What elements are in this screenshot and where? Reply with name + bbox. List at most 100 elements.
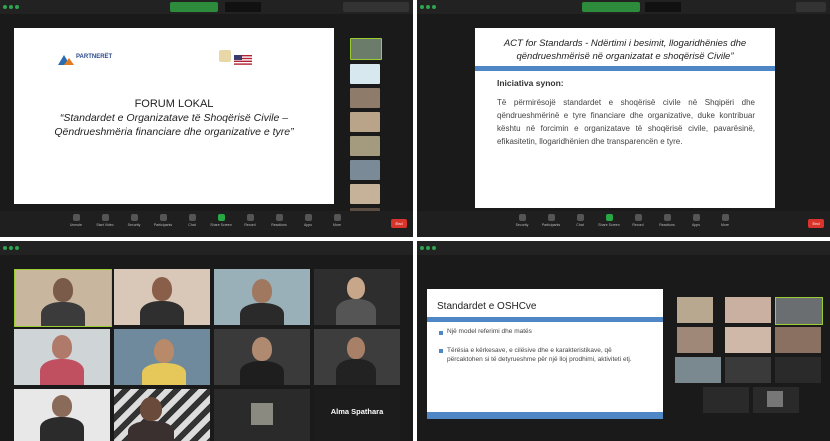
more-button[interactable]: More [714, 214, 736, 227]
meeting-window-bottom-left: Alma Spathara [0, 241, 413, 441]
meeting-controls: Security Participants Chat Share Screen … [417, 211, 830, 237]
window-topbar [0, 241, 413, 255]
video-tile[interactable] [114, 389, 210, 441]
start-video-button[interactable]: Start Video [94, 214, 116, 227]
participant-body [41, 302, 85, 326]
security-button[interactable]: Security [123, 214, 145, 227]
participant-body [240, 303, 284, 325]
slide-title-line1: ACT for Standards - Ndërtimi i besimit, … [503, 38, 747, 49]
button-label: Apps [304, 223, 312, 227]
participant-head [347, 277, 365, 299]
participant-thumbnail[interactable] [350, 136, 380, 156]
exit-fullscreen-button[interactable] [371, 2, 409, 12]
slide-title-line2: qëndrueshmërisë në organizatat e shoqëri… [516, 51, 734, 62]
window-topbar [417, 0, 830, 14]
video-tile[interactable] [775, 297, 823, 325]
slide-subheading: Iniciativa synon: [497, 78, 564, 88]
video-tile[interactable] [14, 389, 110, 441]
button-label: More [721, 223, 729, 227]
button-label: Reactions [271, 223, 287, 227]
reactions-button[interactable]: Reactions [268, 214, 290, 227]
video-tile[interactable] [725, 327, 771, 353]
video-tile[interactable] [775, 327, 821, 353]
record-button[interactable]: Record [627, 214, 649, 227]
participant-name: Alma Spathara [330, 407, 384, 416]
view-options-button[interactable] [225, 2, 261, 12]
shared-slide: ACT for Standards - Ndërtimi i besimit, … [475, 28, 775, 208]
button-label: Record [244, 223, 256, 227]
slide-bullet-1: Një model referimi dhe matës [447, 328, 532, 335]
participant-thumbnail[interactable] [350, 88, 380, 108]
meeting-window-top-right: ACT for Standards - Ndërtimi i besimit, … [417, 0, 830, 237]
video-tile[interactable]: Alma Spathara [314, 389, 400, 441]
video-tile[interactable] [775, 357, 821, 383]
video-tile[interactable] [677, 297, 713, 323]
more-button[interactable]: More [326, 214, 348, 227]
video-tile[interactable] [14, 329, 110, 385]
slide-footer-bar [427, 412, 663, 419]
participants-button[interactable]: Participants [152, 214, 174, 227]
window-controls[interactable] [420, 246, 436, 250]
chat-button[interactable]: Chat [569, 214, 591, 227]
video-tile[interactable] [314, 269, 400, 325]
share-screen-button[interactable]: Share Screen [598, 214, 620, 227]
speaker-view-button[interactable] [343, 2, 373, 12]
security-button[interactable]: Security [511, 214, 533, 227]
chat-button[interactable]: Chat [181, 214, 203, 227]
speaker-view-button[interactable] [796, 2, 826, 12]
window-controls[interactable] [420, 5, 436, 9]
button-label: Participants [541, 223, 561, 227]
participant-thumbnail[interactable] [350, 38, 382, 60]
window-topbar [417, 241, 830, 255]
participant-body [142, 363, 186, 385]
window-controls[interactable] [3, 246, 19, 250]
window-controls[interactable] [3, 5, 19, 9]
participants-button[interactable]: Participants [540, 214, 562, 227]
video-tile[interactable] [14, 269, 112, 327]
participant-body [40, 359, 84, 385]
participant-head [140, 397, 162, 421]
record-button[interactable]: Record [239, 214, 261, 227]
video-tile[interactable] [675, 357, 721, 383]
meeting-window-bottom-right: Standardet e OSHCve Një model referimi d… [417, 241, 830, 441]
participant-head [52, 335, 72, 359]
video-tile[interactable] [725, 297, 771, 323]
video-tile[interactable] [114, 329, 210, 385]
participant-thumbnail[interactable] [350, 184, 380, 204]
view-options-button[interactable] [645, 2, 681, 12]
reactions-button[interactable]: Reactions [656, 214, 678, 227]
video-tile[interactable] [214, 389, 310, 441]
button-label: Security [127, 223, 141, 227]
video-tile[interactable] [214, 269, 310, 325]
video-tile[interactable] [703, 387, 749, 413]
video-tile[interactable] [753, 387, 799, 413]
button-label: Security [515, 223, 529, 227]
slide-heading: FORUM LOKAL [134, 98, 214, 110]
participant-thumbnail[interactable] [350, 64, 380, 84]
button-label: Chat [188, 223, 196, 227]
video-tile[interactable] [114, 269, 210, 325]
video-tile[interactable] [214, 329, 310, 385]
slide-title: Standardet e OSHCve [437, 301, 537, 312]
video-tile[interactable] [677, 327, 713, 353]
participant-head [152, 277, 172, 301]
slide-subtitle-line1: “Standardet e Organizatave të Shoqërisë … [59, 112, 289, 124]
eu-emblem-icon [219, 50, 231, 62]
slide-accent-bar [427, 317, 663, 322]
button-label: Record [632, 223, 644, 227]
unmute-button[interactable]: Unmute [65, 214, 87, 227]
slide-bullet-2: Tërësia e kërkesave, e cilësive dhe e ka… [447, 347, 632, 363]
partners-logo-text: PARTNERËT [76, 54, 113, 60]
participant-body [336, 359, 376, 385]
apps-button[interactable]: Apps [297, 214, 319, 227]
end-button[interactable]: End [391, 219, 407, 228]
share-screen-button[interactable]: Share Screen [210, 214, 232, 227]
participant-head [252, 337, 272, 361]
participant-thumbnail[interactable] [350, 112, 380, 132]
button-label: Participants [153, 223, 173, 227]
video-tile[interactable] [314, 329, 400, 385]
participant-thumbnail[interactable] [350, 160, 380, 180]
video-tile[interactable] [725, 357, 771, 383]
end-button[interactable]: End [808, 219, 824, 228]
apps-button[interactable]: Apps [685, 214, 707, 227]
